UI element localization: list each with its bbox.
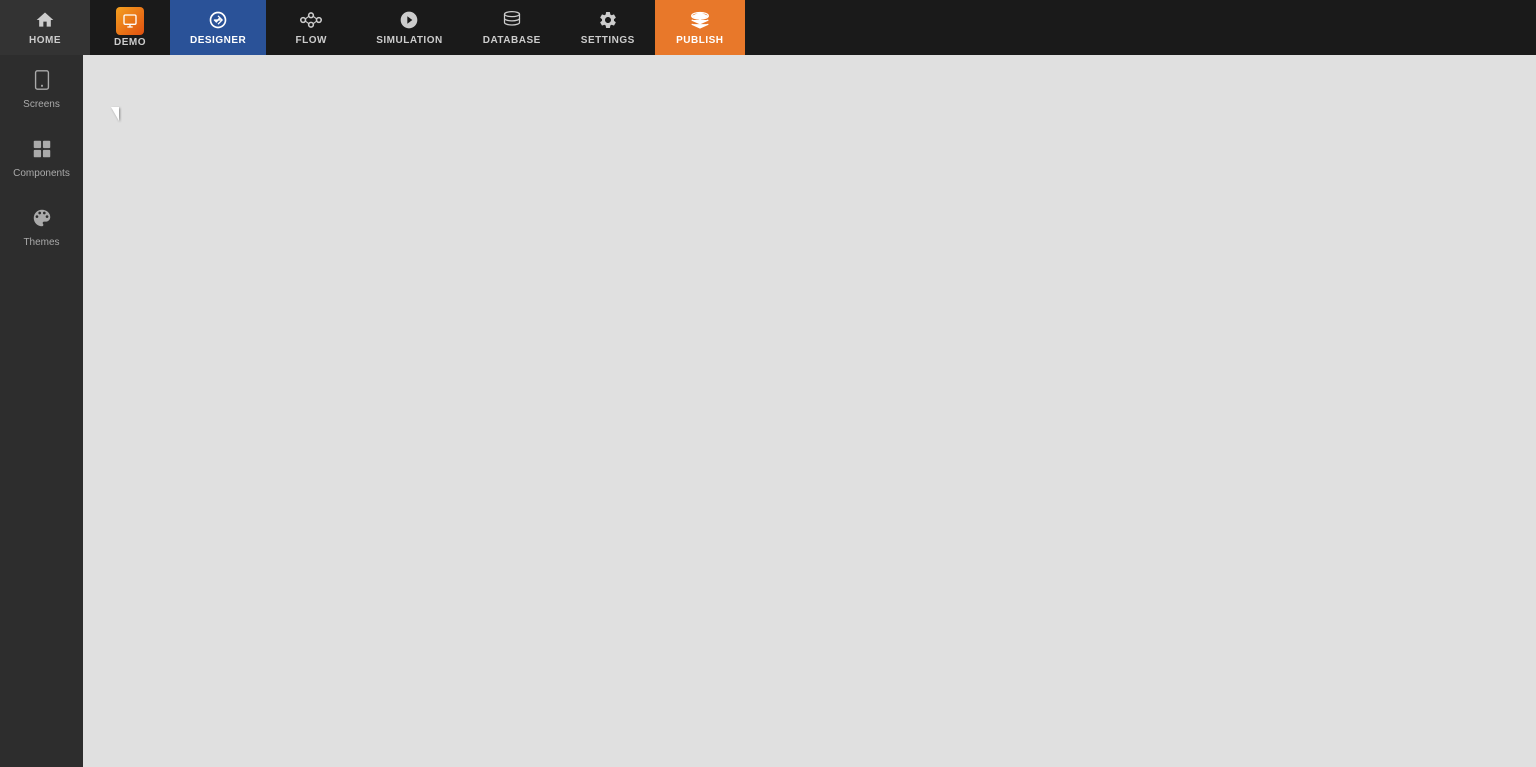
sidebar-components-label: Components xyxy=(13,168,70,179)
top-navigation: HOME Demo DESIGNER xyxy=(0,0,1536,55)
nav-designer[interactable]: DESIGNER xyxy=(170,0,266,55)
nav-demo-label: Demo xyxy=(114,37,146,48)
canvas-area[interactable] xyxy=(83,55,1536,767)
phone-icon xyxy=(31,69,53,95)
nav-publish-label: PUBLISH xyxy=(676,35,723,46)
nav-simulation[interactable]: SIMULATION xyxy=(356,0,462,55)
nav-designer-label: DESIGNER xyxy=(190,35,246,46)
designer-icon xyxy=(208,10,228,33)
left-sidebar: Screens Components Themes xyxy=(0,55,83,767)
sidebar-item-themes[interactable]: Themes xyxy=(0,193,83,262)
sidebar-screens-label: Screens xyxy=(23,99,60,110)
demo-icon xyxy=(116,7,144,35)
sidebar-item-screens[interactable]: Screens xyxy=(0,55,83,124)
cursor-pointer xyxy=(111,107,119,121)
nav-home[interactable]: HOME xyxy=(0,0,90,55)
palette-icon xyxy=(31,207,53,233)
grid-icon xyxy=(31,138,53,164)
sidebar-themes-label: Themes xyxy=(23,237,59,248)
home-icon xyxy=(35,10,55,33)
nav-simulation-label: SIMULATION xyxy=(376,35,442,46)
nav-home-label: HOME xyxy=(29,35,61,46)
nav-settings-label: SETTINGS xyxy=(581,35,635,46)
nav-publish[interactable]: PUBLISH xyxy=(655,0,745,55)
nav-flow-label: FLOW xyxy=(296,35,327,46)
nav-flow[interactable]: FLOW xyxy=(266,0,356,55)
simulation-icon xyxy=(399,10,419,33)
flow-icon xyxy=(300,10,322,33)
database-icon xyxy=(502,10,522,33)
nav-database-label: DATABASE xyxy=(483,35,541,46)
publish-icon xyxy=(690,10,710,33)
sidebar-item-components[interactable]: Components xyxy=(0,124,83,193)
nav-database[interactable]: DATABASE xyxy=(463,0,561,55)
nav-demo[interactable]: Demo xyxy=(90,0,170,55)
nav-settings[interactable]: SETTINGS xyxy=(561,0,655,55)
main-area: Screens Components Themes xyxy=(0,55,1536,767)
settings-icon xyxy=(598,10,618,33)
